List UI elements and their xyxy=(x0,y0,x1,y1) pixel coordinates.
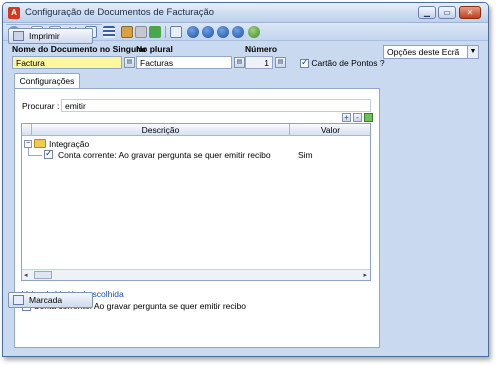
search-input[interactable]: emitir xyxy=(61,99,371,112)
toolbar-separator xyxy=(165,26,166,38)
print-button-label: Imprimir xyxy=(29,31,60,41)
table-row[interactable]: Conta corrente: Ao gravar pergunta se qu… xyxy=(42,148,370,161)
expand-all-button[interactable]: + xyxy=(342,113,351,122)
header-valor[interactable]: Valor xyxy=(290,124,371,136)
plural-field[interactable]: Facturas xyxy=(136,56,232,69)
singular-label: Nome do Documento no Singular xyxy=(12,44,147,54)
horizontal-scrollbar[interactable]: ◂ ▸ xyxy=(22,269,370,280)
nav-first-icon[interactable] xyxy=(187,26,199,38)
plural-lookup-button[interactable]: ▤ xyxy=(234,57,245,68)
scroll-thumb[interactable] xyxy=(34,271,52,279)
maximize-button[interactable]: ▭ xyxy=(438,6,456,19)
header-spacer xyxy=(22,124,32,136)
number-field[interactable]: 1 xyxy=(245,56,273,69)
number-lookup-button[interactable]: ▤ xyxy=(275,57,286,68)
tab-configuracoes[interactable]: Configurações xyxy=(14,73,80,89)
window-icon xyxy=(13,295,24,305)
preview-icon[interactable] xyxy=(135,26,147,38)
marcada-button-label: Marcada xyxy=(29,295,63,305)
nav-prev-icon[interactable] xyxy=(202,26,214,38)
close-button[interactable]: ✕ xyxy=(459,6,481,19)
nav-next-icon[interactable] xyxy=(217,26,229,38)
header-descricao[interactable]: Descrição xyxy=(32,124,290,136)
print-button[interactable]: Imprimir xyxy=(8,28,93,44)
print-icon[interactable] xyxy=(121,26,133,38)
plural-label: No plural xyxy=(136,44,173,54)
options-dropdown[interactable]: Opções deste Ecrã ▼ xyxy=(383,45,479,59)
apply-icon[interactable] xyxy=(364,113,373,122)
refresh-icon[interactable] xyxy=(149,26,161,38)
singular-lookup-button[interactable]: ▤ xyxy=(124,57,135,68)
scroll-left-icon[interactable]: ◂ xyxy=(24,271,28,279)
chevron-down-icon[interactable]: ▼ xyxy=(467,46,478,58)
number-label: Número xyxy=(245,44,278,54)
nav-last-icon[interactable] xyxy=(232,26,244,38)
minimize-button[interactable]: ▁ xyxy=(418,6,436,19)
points-card-checkbox-row[interactable]: Cartão de Pontos ? xyxy=(300,57,385,69)
folder-icon xyxy=(34,139,46,148)
row-checkbox[interactable] xyxy=(44,148,53,159)
singular-field[interactable]: Factura xyxy=(12,56,122,69)
right-sidebar: Opções deste Ecrã ▼ xyxy=(380,41,485,350)
marcada-button[interactable]: Marcada xyxy=(8,292,93,308)
search-label: Procurar : xyxy=(22,101,60,111)
tree-line xyxy=(28,155,42,156)
options-dropdown-label: Opções deste Ecrã xyxy=(387,47,460,57)
collapse-toggle-icon[interactable]: − xyxy=(24,140,32,148)
app-icon: A xyxy=(8,7,20,19)
collapse-all-button[interactable]: - xyxy=(353,113,362,122)
row-value: Sim xyxy=(298,150,313,160)
title-bar[interactable]: A Configuração de Documentos de Facturaç… xyxy=(3,3,488,23)
divider xyxy=(6,24,102,25)
points-card-checkbox[interactable] xyxy=(300,57,309,69)
search-icon[interactable] xyxy=(170,26,182,38)
tab-panel: Procurar : emitir + - Descrição Valor − … xyxy=(14,88,380,348)
points-card-label: Cartão de Pontos ? xyxy=(311,58,385,68)
row-description: Conta corrente: Ao gravar pergunta se qu… xyxy=(58,150,271,160)
main-window: A Configuração de Documentos de Facturaç… xyxy=(2,2,489,357)
grid-header: Descrição Valor xyxy=(22,124,370,136)
window-title: Configuração de Documentos de Facturação xyxy=(25,7,215,18)
help-icon[interactable] xyxy=(248,26,260,38)
print-icon xyxy=(13,31,24,41)
scroll-right-icon[interactable]: ▸ xyxy=(363,271,367,279)
group-integracao[interactable]: Integração xyxy=(49,139,89,149)
list-icon[interactable] xyxy=(103,26,115,38)
config-grid: Descrição Valor − Integração Conta corre… xyxy=(21,123,371,281)
